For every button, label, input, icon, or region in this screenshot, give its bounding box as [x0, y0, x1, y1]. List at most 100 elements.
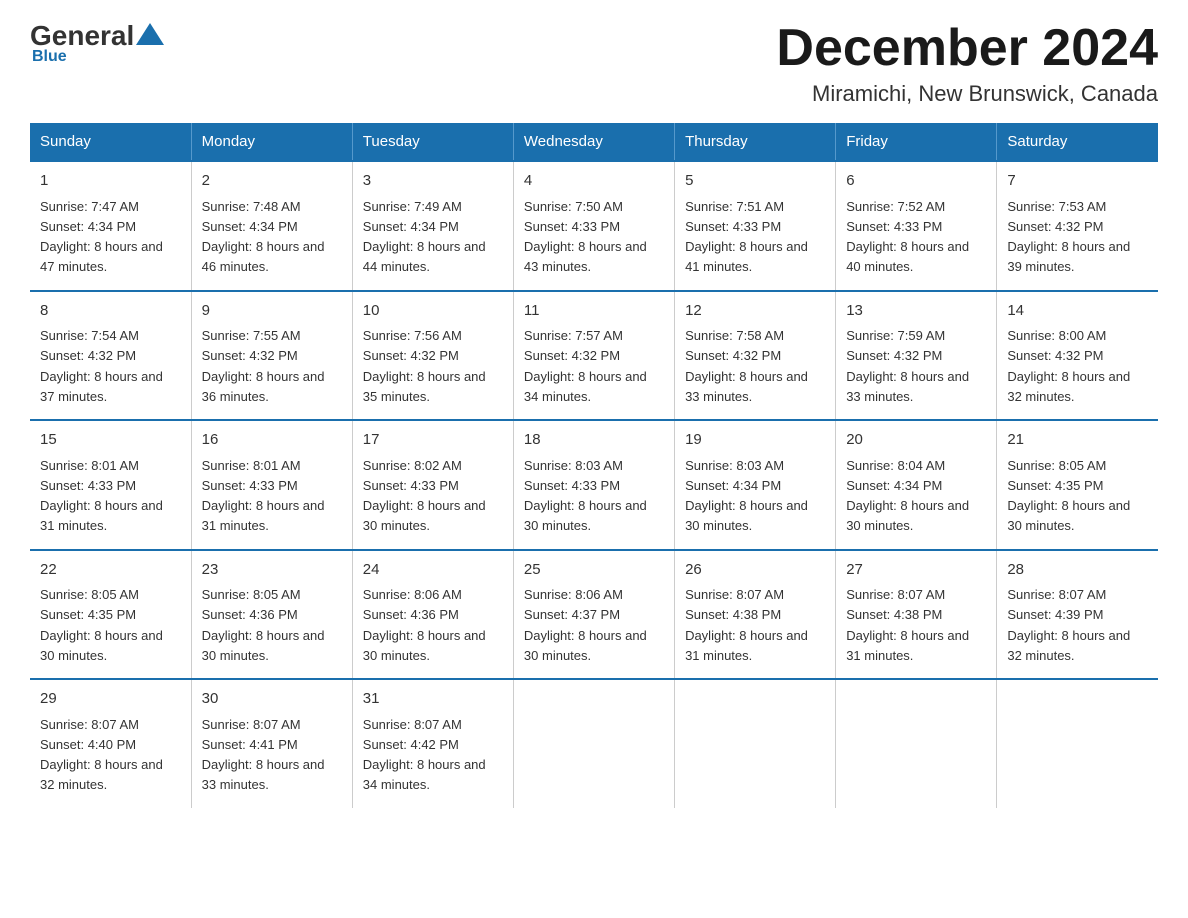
day-info: Sunrise: 7:53 AMSunset: 4:32 PMDaylight:… — [1007, 199, 1130, 275]
day-number: 31 — [363, 688, 503, 711]
col-header-wednesday: Wednesday — [513, 123, 674, 161]
calendar-cell — [513, 679, 674, 808]
day-info: Sunrise: 7:57 AMSunset: 4:32 PMDaylight:… — [524, 328, 647, 404]
day-number: 4 — [524, 170, 664, 193]
day-info: Sunrise: 8:02 AMSunset: 4:33 PMDaylight:… — [363, 458, 486, 534]
page-header: General Blue December 2024 Miramichi, Ne… — [30, 20, 1158, 107]
day-info: Sunrise: 8:05 AMSunset: 4:35 PMDaylight:… — [40, 587, 163, 663]
day-number: 18 — [524, 429, 664, 452]
day-info: Sunrise: 8:07 AMSunset: 4:40 PMDaylight:… — [40, 717, 163, 793]
day-number: 24 — [363, 559, 503, 582]
day-info: Sunrise: 8:06 AMSunset: 4:36 PMDaylight:… — [363, 587, 486, 663]
calendar-cell: 13Sunrise: 7:59 AMSunset: 4:32 PMDayligh… — [836, 291, 997, 421]
day-info: Sunrise: 7:54 AMSunset: 4:32 PMDaylight:… — [40, 328, 163, 404]
title-area: December 2024 Miramichi, New Brunswick, … — [776, 20, 1158, 107]
calendar-cell: 14 Sunrise: 8:00 AMSunset: 4:32 PMDayligh… — [997, 291, 1158, 421]
day-info: Sunrise: 8:03 AMSunset: 4:33 PMDaylight:… — [524, 458, 647, 534]
calendar-cell: 22 Sunrise: 8:05 AMSunset: 4:35 PMDayligh… — [30, 550, 191, 680]
day-number: 27 — [846, 559, 986, 582]
day-info: Sunrise: 8:01 AMSunset: 4:33 PMDaylight:… — [40, 458, 163, 534]
calendar-cell: 5Sunrise: 7:51 AMSunset: 4:33 PMDaylight… — [675, 161, 836, 291]
day-info: Sunrise: 8:05 AMSunset: 4:35 PMDaylight:… — [1007, 458, 1130, 534]
day-info: Sunrise: 8:07 AMSunset: 4:38 PMDaylight:… — [685, 587, 808, 663]
day-info: Sunrise: 7:50 AMSunset: 4:33 PMDaylight:… — [524, 199, 647, 275]
calendar-week-row: 1 Sunrise: 7:47 AMSunset: 4:34 PMDaylight… — [30, 161, 1158, 291]
location-title: Miramichi, New Brunswick, Canada — [776, 81, 1158, 107]
calendar-cell: 12Sunrise: 7:58 AMSunset: 4:32 PMDayligh… — [675, 291, 836, 421]
col-header-thursday: Thursday — [675, 123, 836, 161]
day-number: 8 — [40, 300, 181, 323]
calendar-cell — [997, 679, 1158, 808]
calendar-cell: 4 Sunrise: 7:50 AMSunset: 4:33 PMDaylight… — [513, 161, 674, 291]
calendar-header-row: SundayMondayTuesdayWednesdayThursdayFrid… — [30, 123, 1158, 161]
calendar-cell: 17Sunrise: 8:02 AMSunset: 4:33 PMDayligh… — [352, 420, 513, 550]
calendar-cell: 15 Sunrise: 8:01 AMSunset: 4:33 PMDayligh… — [30, 420, 191, 550]
day-info: Sunrise: 8:07 AMSunset: 4:38 PMDaylight:… — [846, 587, 969, 663]
calendar-cell: 1 Sunrise: 7:47 AMSunset: 4:34 PMDaylight… — [30, 161, 191, 291]
calendar-cell — [836, 679, 997, 808]
day-info: Sunrise: 8:07 AMSunset: 4:42 PMDaylight:… — [363, 717, 486, 793]
day-number: 23 — [202, 559, 342, 582]
day-number: 13 — [846, 300, 986, 323]
calendar-cell: 28Sunrise: 8:07 AMSunset: 4:39 PMDayligh… — [997, 550, 1158, 680]
day-number: 1 — [40, 170, 181, 193]
logo-blue-text: Blue — [30, 48, 67, 66]
day-info: Sunrise: 7:48 AMSunset: 4:34 PMDaylight:… — [202, 199, 325, 275]
calendar-cell — [675, 679, 836, 808]
day-number: 3 — [363, 170, 503, 193]
day-info: Sunrise: 8:05 AMSunset: 4:36 PMDaylight:… — [202, 587, 325, 663]
col-header-sunday: Sunday — [30, 123, 191, 161]
calendar-cell: 7 Sunrise: 7:53 AMSunset: 4:32 PMDaylight… — [997, 161, 1158, 291]
day-number: 7 — [1007, 170, 1148, 193]
calendar-week-row: 15 Sunrise: 8:01 AMSunset: 4:33 PMDayligh… — [30, 420, 1158, 550]
calendar-cell: 16 Sunrise: 8:01 AMSunset: 4:33 PMDayligh… — [191, 420, 352, 550]
logo-triangle-icon — [136, 23, 164, 45]
day-info: Sunrise: 7:47 AMSunset: 4:34 PMDaylight:… — [40, 199, 163, 275]
day-number: 26 — [685, 559, 825, 582]
calendar-week-row: 22 Sunrise: 8:05 AMSunset: 4:35 PMDayligh… — [30, 550, 1158, 680]
calendar-cell: 20 Sunrise: 8:04 AMSunset: 4:34 PMDayligh… — [836, 420, 997, 550]
day-number: 19 — [685, 429, 825, 452]
day-number: 15 — [40, 429, 181, 452]
calendar-cell: 2 Sunrise: 7:48 AMSunset: 4:34 PMDaylight… — [191, 161, 352, 291]
day-number: 9 — [202, 300, 342, 323]
day-info: Sunrise: 7:52 AMSunset: 4:33 PMDaylight:… — [846, 199, 969, 275]
calendar-cell: 11Sunrise: 7:57 AMSunset: 4:32 PMDayligh… — [513, 291, 674, 421]
day-info: Sunrise: 7:56 AMSunset: 4:32 PMDaylight:… — [363, 328, 486, 404]
calendar-cell: 31 Sunrise: 8:07 AMSunset: 4:42 PMDayligh… — [352, 679, 513, 808]
col-header-tuesday: Tuesday — [352, 123, 513, 161]
day-number: 20 — [846, 429, 986, 452]
day-number: 29 — [40, 688, 181, 711]
day-number: 14 — [1007, 300, 1148, 323]
day-info: Sunrise: 8:07 AMSunset: 4:39 PMDaylight:… — [1007, 587, 1130, 663]
day-info: Sunrise: 8:00 AMSunset: 4:32 PMDaylight:… — [1007, 328, 1130, 404]
day-info: Sunrise: 8:03 AMSunset: 4:34 PMDaylight:… — [685, 458, 808, 534]
day-number: 2 — [202, 170, 342, 193]
logo: General Blue — [30, 20, 166, 66]
day-info: Sunrise: 8:04 AMSunset: 4:34 PMDaylight:… — [846, 458, 969, 534]
calendar-cell: 27 Sunrise: 8:07 AMSunset: 4:38 PMDayligh… — [836, 550, 997, 680]
day-number: 5 — [685, 170, 825, 193]
day-number: 25 — [524, 559, 664, 582]
day-info: Sunrise: 8:01 AMSunset: 4:33 PMDaylight:… — [202, 458, 325, 534]
calendar-cell: 3 Sunrise: 7:49 AMSunset: 4:34 PMDaylight… — [352, 161, 513, 291]
calendar-cell: 9Sunrise: 7:55 AMSunset: 4:32 PMDaylight… — [191, 291, 352, 421]
calendar-cell: 25 Sunrise: 8:06 AMSunset: 4:37 PMDayligh… — [513, 550, 674, 680]
calendar-cell: 8 Sunrise: 7:54 AMSunset: 4:32 PMDaylight… — [30, 291, 191, 421]
day-info: Sunrise: 7:58 AMSunset: 4:32 PMDaylight:… — [685, 328, 808, 404]
calendar-cell: 26 Sunrise: 8:07 AMSunset: 4:38 PMDayligh… — [675, 550, 836, 680]
calendar-cell: 30 Sunrise: 8:07 AMSunset: 4:41 PMDayligh… — [191, 679, 352, 808]
calendar-cell: 6Sunrise: 7:52 AMSunset: 4:33 PMDaylight… — [836, 161, 997, 291]
day-number: 16 — [202, 429, 342, 452]
day-number: 10 — [363, 300, 503, 323]
calendar-table: SundayMondayTuesdayWednesdayThursdayFrid… — [30, 123, 1158, 808]
col-header-saturday: Saturday — [997, 123, 1158, 161]
day-info: Sunrise: 8:06 AMSunset: 4:37 PMDaylight:… — [524, 587, 647, 663]
calendar-cell: 10 Sunrise: 7:56 AMSunset: 4:32 PMDayligh… — [352, 291, 513, 421]
day-number: 30 — [202, 688, 342, 711]
day-info: Sunrise: 8:07 AMSunset: 4:41 PMDaylight:… — [202, 717, 325, 793]
day-info: Sunrise: 7:49 AMSunset: 4:34 PMDaylight:… — [363, 199, 486, 275]
calendar-week-row: 8 Sunrise: 7:54 AMSunset: 4:32 PMDaylight… — [30, 291, 1158, 421]
calendar-cell: 29 Sunrise: 8:07 AMSunset: 4:40 PMDayligh… — [30, 679, 191, 808]
day-number: 22 — [40, 559, 181, 582]
